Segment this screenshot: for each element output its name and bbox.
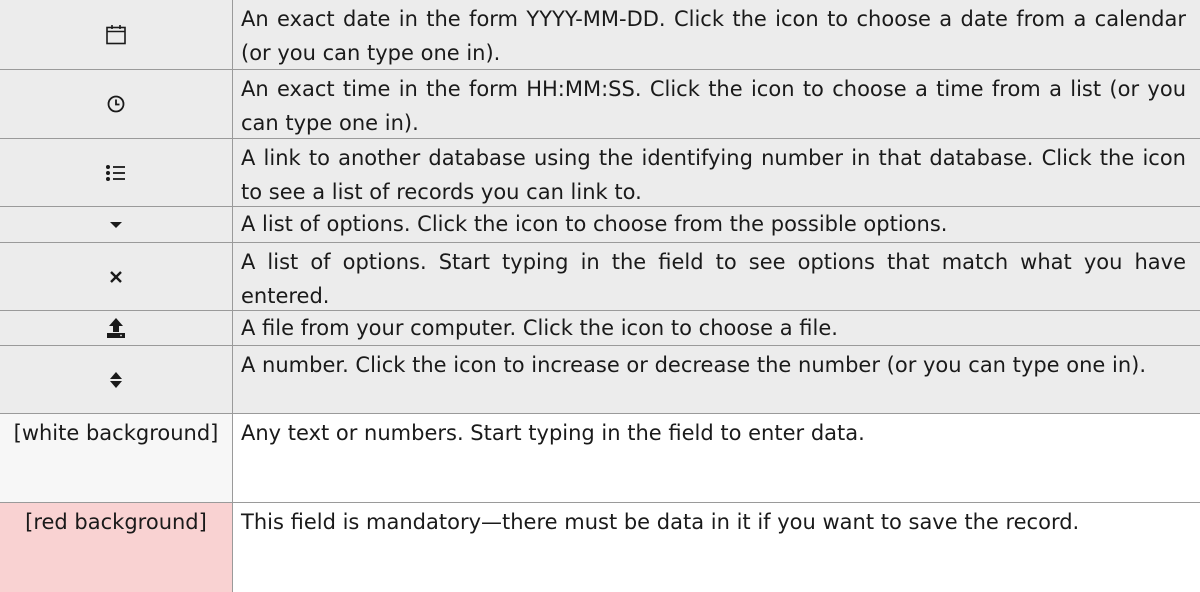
legend-description: A link to another database using the ide… xyxy=(232,139,1200,206)
close-icon xyxy=(108,269,124,285)
legend-description: An exact date in the form YYYY-MM-DD. Cl… xyxy=(232,0,1200,69)
upload-icon xyxy=(105,317,127,339)
red-background-swatch: [red background] xyxy=(0,503,232,592)
icon-cell xyxy=(0,311,232,345)
clock-icon xyxy=(106,94,126,114)
caret-down-icon xyxy=(109,220,123,230)
legend-description: This field is mandatory—there must be da… xyxy=(232,503,1200,592)
field-type-legend-table: An exact date in the form YYYY-MM-DD. Cl… xyxy=(0,0,1200,592)
legend-row-text: [white background] Any text or numbers. … xyxy=(0,414,1200,503)
legend-row-file: A file from your computer. Click the ico… xyxy=(0,311,1200,346)
icon-cell xyxy=(0,346,232,413)
white-background-swatch: [white background] xyxy=(0,414,232,502)
legend-description: A list of options. Click the icon to cho… xyxy=(232,207,1200,242)
icon-cell xyxy=(0,139,232,206)
legend-row-autocomplete: A list of options. Start typing in the f… xyxy=(0,243,1200,311)
legend-description: An exact time in the form HH:MM:SS. Clic… xyxy=(232,70,1200,138)
calendar-icon xyxy=(104,23,128,47)
list-icon xyxy=(105,163,127,183)
legend-description: A number. Click the icon to increase or … xyxy=(232,346,1200,413)
legend-row-number: A number. Click the icon to increase or … xyxy=(0,346,1200,414)
legend-row-link: A link to another database using the ide… xyxy=(0,139,1200,207)
legend-row-date: An exact date in the form YYYY-MM-DD. Cl… xyxy=(0,0,1200,70)
icon-cell xyxy=(0,0,232,69)
legend-description: A list of options. Start typing in the f… xyxy=(232,243,1200,310)
sort-icon xyxy=(109,370,123,390)
legend-row-dropdown: A list of options. Click the icon to cho… xyxy=(0,207,1200,243)
legend-row-time: An exact time in the form HH:MM:SS. Clic… xyxy=(0,70,1200,139)
legend-row-mandatory: [red background] This field is mandatory… xyxy=(0,503,1200,592)
legend-description: A file from your computer. Click the ico… xyxy=(232,311,1200,345)
icon-cell xyxy=(0,70,232,138)
legend-description: Any text or numbers. Start typing in the… xyxy=(232,414,1200,502)
icon-cell xyxy=(0,243,232,310)
icon-cell xyxy=(0,207,232,242)
